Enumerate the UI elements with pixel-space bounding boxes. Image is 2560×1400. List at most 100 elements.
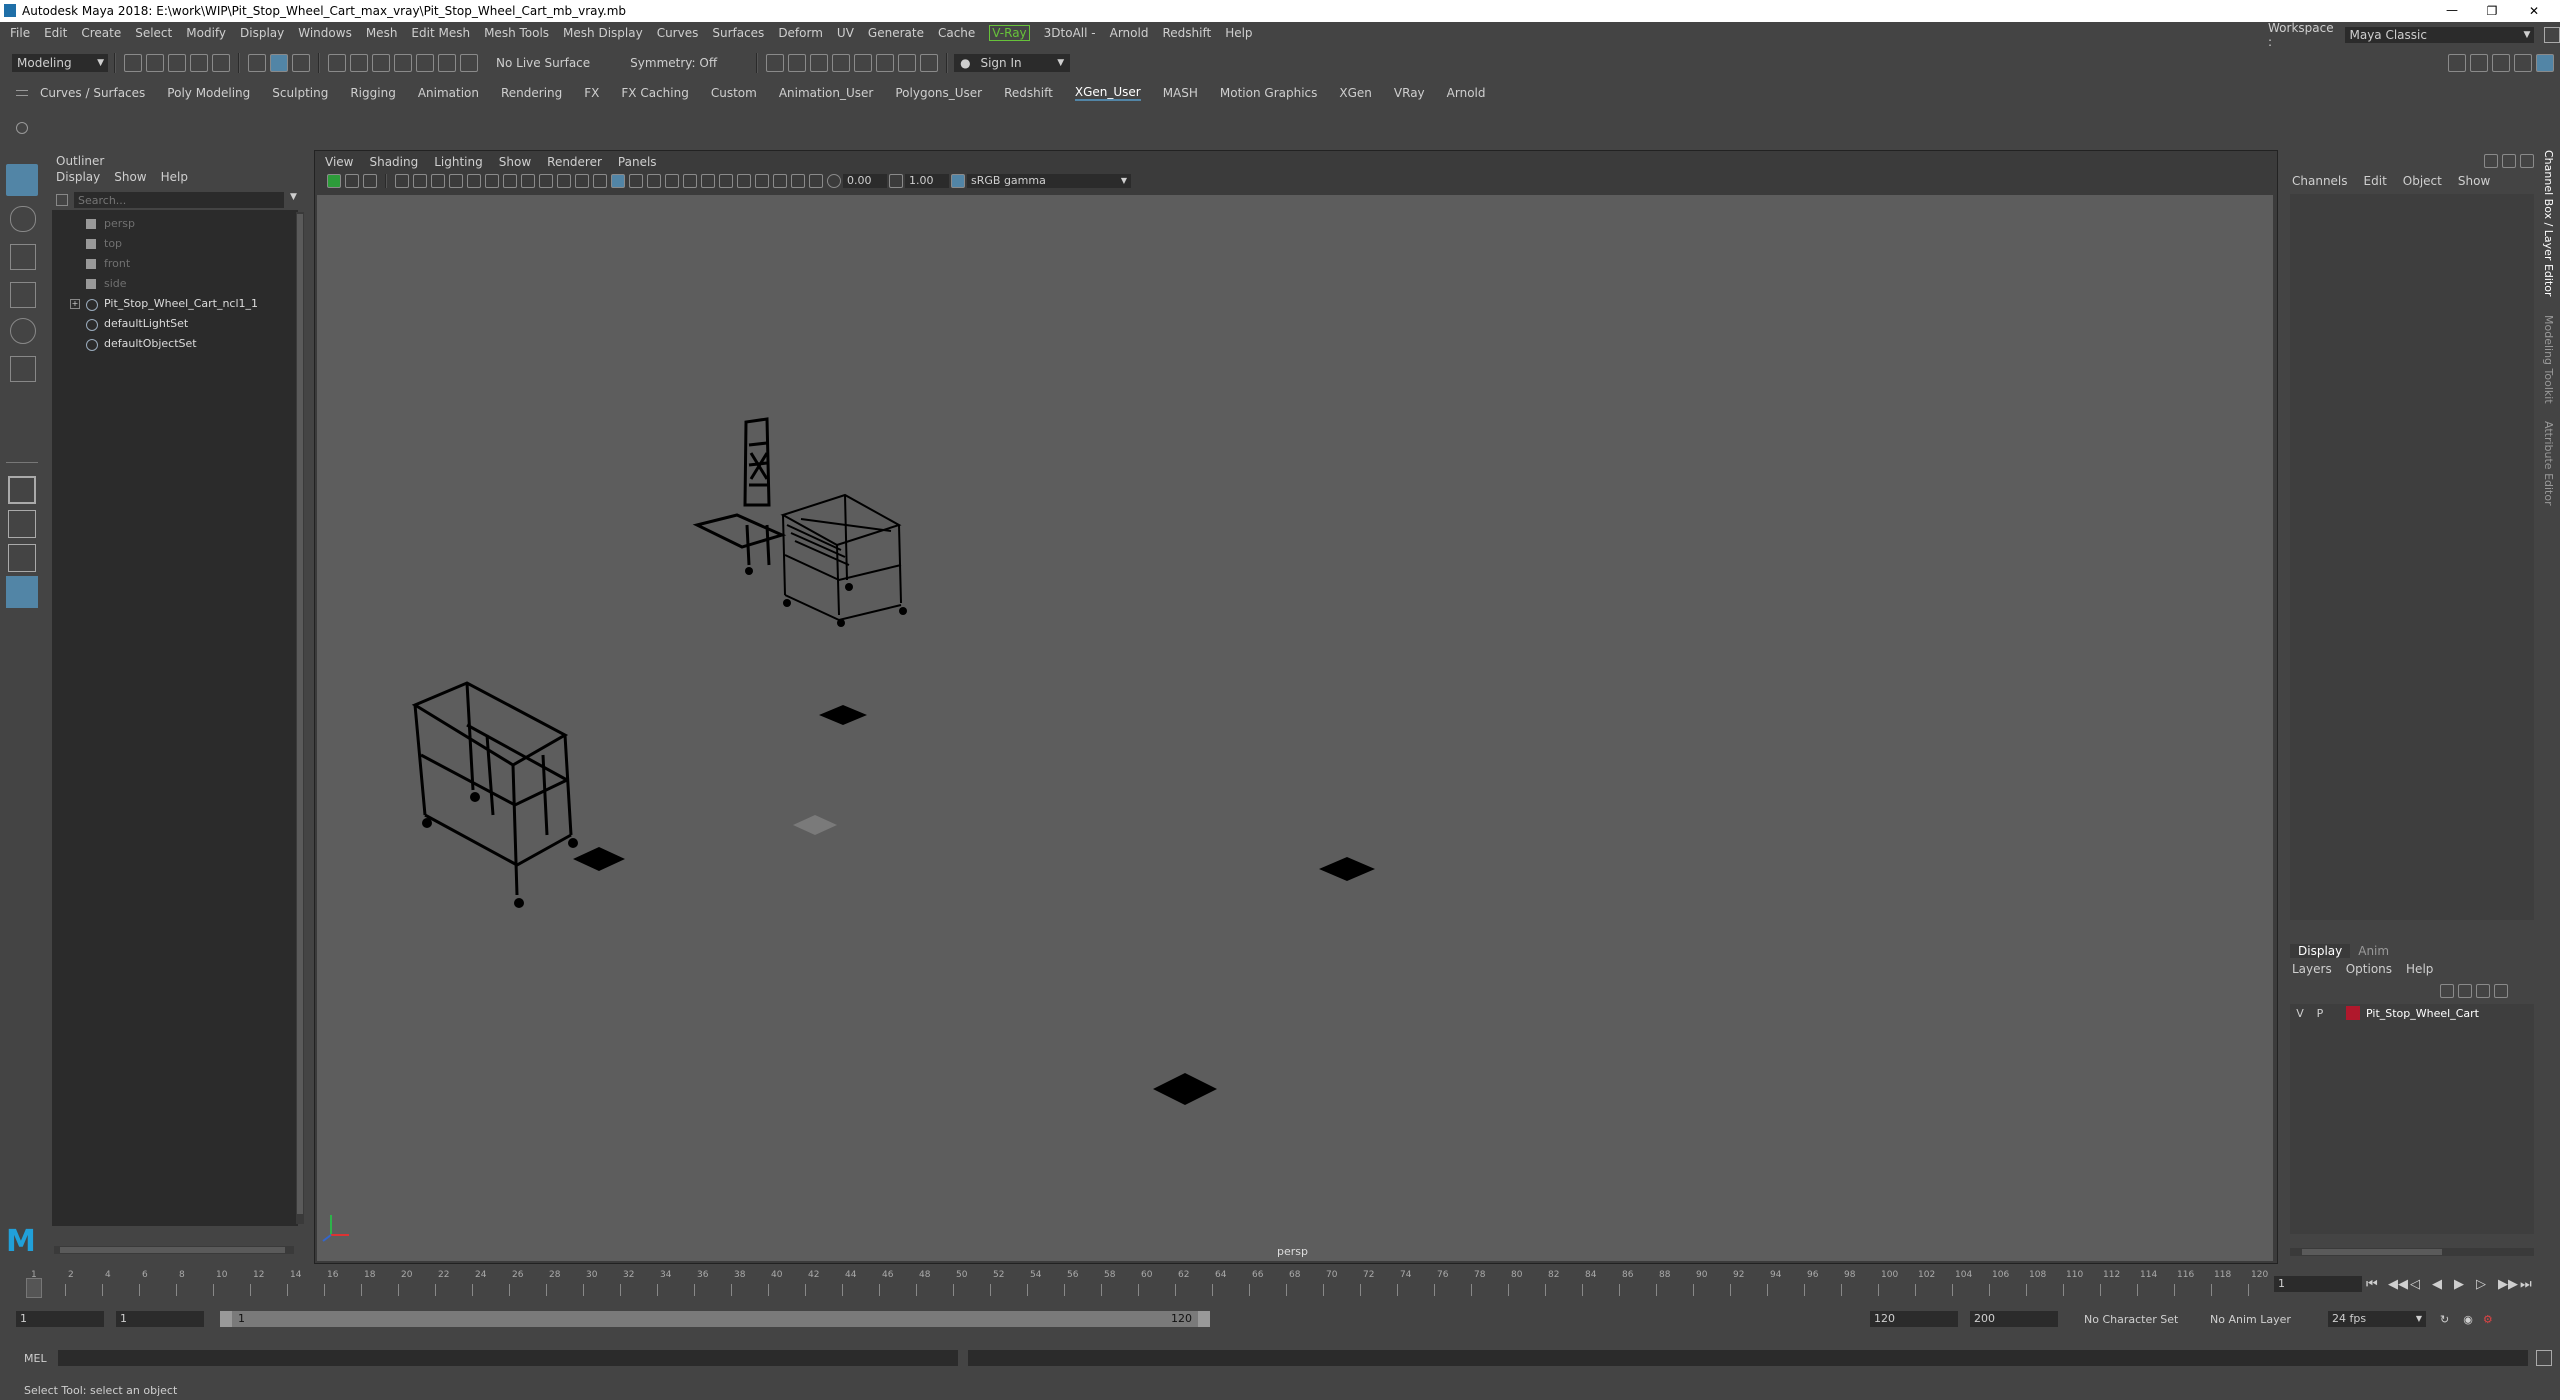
outliner-item[interactable]: persp xyxy=(52,214,298,234)
shelf-tab-rendering[interactable]: Rendering xyxy=(501,86,562,100)
end-time-field[interactable]: 120 xyxy=(1870,1311,1958,1327)
snap-grid-icon[interactable] xyxy=(328,54,346,72)
menu-mesh-display[interactable]: Mesh Display xyxy=(563,26,643,40)
shelf-tab-vray[interactable]: VRay xyxy=(1394,86,1425,100)
anim-end-field[interactable]: 200 xyxy=(1970,1311,2058,1327)
rotate-tool-icon[interactable] xyxy=(10,318,36,344)
layer-tab-display[interactable]: Display xyxy=(2290,944,2351,958)
ambient-occlusion-icon[interactable] xyxy=(683,174,697,188)
film-gate-icon[interactable] xyxy=(467,174,481,188)
select-tool-icon[interactable] xyxy=(6,164,38,196)
layout-icon-1[interactable] xyxy=(2448,54,2466,72)
channel-menu-object[interactable]: Object xyxy=(2403,174,2442,188)
gate-mask-icon[interactable] xyxy=(503,174,517,188)
open-scene-icon[interactable] xyxy=(146,54,164,72)
hud-icon[interactable] xyxy=(773,174,787,188)
layer-visibility-toggle[interactable]: V xyxy=(2290,1007,2310,1020)
render-view-icon[interactable] xyxy=(766,54,785,72)
outliner-item[interactable]: + Pit_Stop_Wheel_Cart_ncl1_1 xyxy=(52,294,298,314)
shelf-tab-mash[interactable]: MASH xyxy=(1163,86,1198,100)
play-forward-icon[interactable]: ▶ xyxy=(2454,1277,2476,1292)
snap-point-icon[interactable] xyxy=(372,54,390,72)
shelf-tab-xgen-user[interactable]: XGen_User xyxy=(1074,85,1141,101)
script-editor-icon[interactable] xyxy=(2536,1350,2552,1366)
outliner-vscroll[interactable] xyxy=(296,212,304,1224)
menu-display[interactable]: Display xyxy=(240,26,284,40)
start-time-field[interactable]: 1 xyxy=(16,1311,104,1327)
layer-menu-layers[interactable]: Layers xyxy=(2292,962,2332,976)
menu-edit-mesh[interactable]: Edit Mesh xyxy=(411,26,470,40)
safe-title-icon[interactable] xyxy=(557,174,571,188)
scale-tool-icon[interactable] xyxy=(10,356,36,382)
outliner-hscroll[interactable] xyxy=(54,1246,294,1254)
layer-name[interactable]: Pit_Stop_Wheel_Cart xyxy=(2366,1007,2479,1020)
snap-curve-icon[interactable] xyxy=(350,54,368,72)
time-slider[interactable]: 1 2 4 6 8 10 12 14 16 18 20 22 24 26 28 30 32 34 36 38 40 42 4… xyxy=(20,1268,2268,1298)
step-back-frame-icon[interactable]: ◁ xyxy=(2410,1277,2432,1292)
outliner-menu-display[interactable]: Display xyxy=(56,170,100,184)
layout-icon-5[interactable] xyxy=(2536,54,2554,72)
field-chart-icon[interactable] xyxy=(521,174,535,188)
menu-mesh[interactable]: Mesh xyxy=(366,26,398,40)
exposure-icon[interactable] xyxy=(827,174,841,188)
shelf-tab-xgen[interactable]: XGen xyxy=(1339,86,1372,100)
expand-icon[interactable]: + xyxy=(70,299,80,309)
outliner-item[interactable]: side xyxy=(52,274,298,294)
layer-row[interactable]: V P Pit_Stop_Wheel_Cart xyxy=(2290,1004,2534,1022)
range-start-handle[interactable] xyxy=(220,1311,232,1327)
select-hierarchy-icon[interactable] xyxy=(248,54,266,72)
new-layer-icon[interactable] xyxy=(2476,984,2490,998)
step-forward-key-icon[interactable]: ▶▶ xyxy=(2498,1277,2520,1292)
anim-layer-dropdown[interactable]: No Anim Layer xyxy=(2210,1313,2320,1326)
channel-menu-show[interactable]: Show xyxy=(2458,174,2490,188)
channel-icon-2[interactable] xyxy=(2502,154,2516,168)
ipr-render-icon[interactable] xyxy=(810,54,829,72)
gamma-icon[interactable] xyxy=(889,174,903,188)
restore-button[interactable]: ❐ xyxy=(2472,0,2512,22)
symmetry-dropdown[interactable]: Symmetry: Off xyxy=(630,56,750,70)
shelf-tab-custom[interactable]: Custom xyxy=(711,86,757,100)
menu-arnold[interactable]: Arnold xyxy=(1110,26,1149,40)
new-layer-selected-icon[interactable] xyxy=(2494,984,2508,998)
current-time-marker[interactable] xyxy=(26,1278,42,1298)
step-back-key-icon[interactable]: ◀◀ xyxy=(2388,1277,2410,1292)
two-view-icon[interactable] xyxy=(8,544,36,572)
outliner-item[interactable]: front xyxy=(52,254,298,274)
play-back-icon[interactable]: ◀ xyxy=(2432,1277,2454,1292)
layer-tab-anim[interactable]: Anim xyxy=(2350,944,2397,958)
menu-select[interactable]: Select xyxy=(135,26,172,40)
color-management-icon[interactable] xyxy=(951,174,965,188)
snap-view-icon[interactable] xyxy=(416,54,434,72)
pan-zoom-icon[interactable] xyxy=(413,174,427,188)
viewport-menu-panels[interactable]: Panels xyxy=(618,155,657,169)
anim-start-field[interactable]: 1 xyxy=(116,1311,204,1327)
shelf-tab-animation[interactable]: Animation xyxy=(418,86,479,100)
xray-joints-icon[interactable] xyxy=(737,174,751,188)
new-scene-icon[interactable] xyxy=(124,54,142,72)
vray-render-icon[interactable] xyxy=(876,54,895,72)
aa-icon[interactable] xyxy=(791,174,805,188)
sign-in-button[interactable]: ● Sign In ▼ xyxy=(954,54,1071,72)
side-tab-channel-box-layer-editor[interactable]: Channel Box / Layer Editor xyxy=(2542,150,2555,297)
menu-file[interactable]: File xyxy=(10,26,30,40)
outliner-item[interactable]: defaultObjectSet xyxy=(52,334,298,354)
outliner-view-icon[interactable] xyxy=(6,576,38,608)
current-frame-field[interactable]: 1 xyxy=(2274,1276,2362,1292)
snap-projected-icon[interactable] xyxy=(394,54,412,72)
snap-surface-icon[interactable] xyxy=(438,54,456,72)
gamma-value[interactable]: 1.00 xyxy=(905,174,949,188)
xray-components-icon[interactable] xyxy=(755,174,769,188)
menu-help[interactable]: Help xyxy=(1225,26,1252,40)
shelf-tab-sculpting[interactable]: Sculpting xyxy=(272,86,328,100)
lights-icon[interactable] xyxy=(647,174,661,188)
go-to-start-icon[interactable]: ⏮ xyxy=(2366,1277,2388,1292)
move-layer-down-icon[interactable] xyxy=(2458,984,2472,998)
viewport-canvas[interactable]: persp xyxy=(317,195,2273,1261)
shelf-tab-fx-caching[interactable]: FX Caching xyxy=(621,86,688,100)
color-space-dropdown[interactable]: sRGB gamma ▼ xyxy=(967,174,1131,188)
live-surface[interactable]: No Live Surface xyxy=(496,56,590,70)
menu-cache[interactable]: Cache xyxy=(938,26,975,40)
render-current-icon[interactable] xyxy=(788,54,807,72)
camera-attr-icon[interactable] xyxy=(345,174,359,188)
viewport-menu-show[interactable]: Show xyxy=(499,155,531,169)
